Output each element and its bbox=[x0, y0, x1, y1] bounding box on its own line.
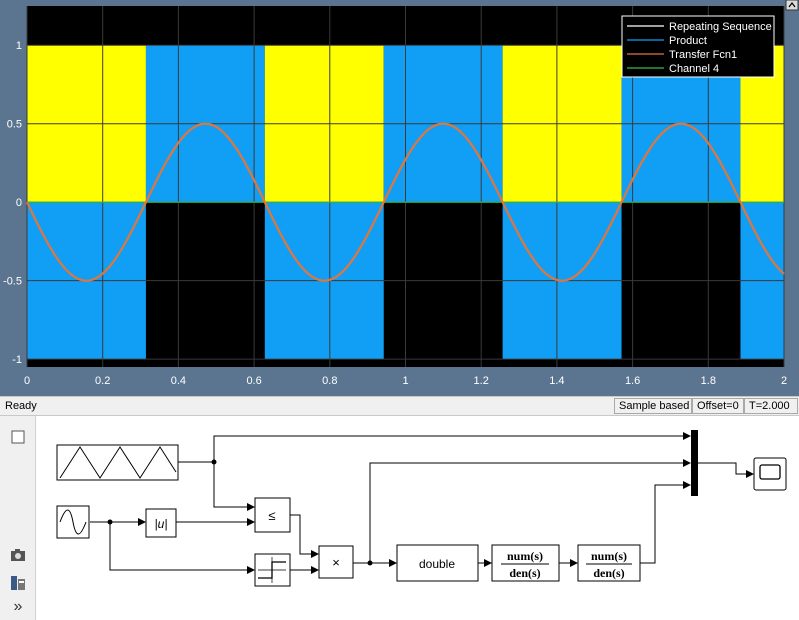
data-type-conversion-block[interactable]: double bbox=[396, 544, 479, 582]
x-tick-label: 1.4 bbox=[549, 375, 564, 387]
x-tick-label: 0 bbox=[24, 375, 30, 387]
branch-point bbox=[107, 519, 113, 525]
y-tick-label: -1 bbox=[12, 354, 22, 366]
branch-point bbox=[367, 560, 373, 566]
status-ready: Ready bbox=[5, 400, 37, 412]
scope-block[interactable] bbox=[753, 457, 787, 491]
scope-window: 0 0.2 0.4 0.6 0.8 1 1.2 1.4 1.6 1.8 2 -1 -0.5 0 0.5 1 R… bbox=[0, 0, 799, 396]
legend-entry: Transfer Fcn1 bbox=[669, 49, 737, 61]
tf2-denominator: den(s) bbox=[593, 566, 624, 580]
conversion-label: double bbox=[419, 557, 455, 571]
sample-mode: Sample based bbox=[614, 398, 692, 414]
y-tick-label: 0 bbox=[16, 197, 22, 209]
product-block[interactable]: × bbox=[318, 545, 354, 579]
scope-plot: 0 0.2 0.4 0.6 0.8 1 1.2 1.4 1.6 1.8 2 -1 -0.5 0 0.5 1 R… bbox=[3, 0, 799, 387]
offset-readout: Offset=0 bbox=[692, 398, 744, 414]
abs-block[interactable]: |u| bbox=[145, 508, 177, 538]
relational-symbol: ≤ bbox=[268, 508, 275, 523]
expand-icon[interactable] bbox=[785, 0, 799, 11]
x-tick-label: 0.8 bbox=[322, 375, 337, 387]
product-symbol: × bbox=[332, 555, 340, 570]
legend-entry: Repeating Sequence bbox=[669, 21, 772, 33]
tf2-numerator: num(s) bbox=[591, 549, 627, 563]
x-tick-label: 1 bbox=[402, 375, 408, 387]
tf1-denominator: den(s) bbox=[509, 566, 540, 580]
block-diagram: |u| ≤ × double num(s) den(s) num(s) den(… bbox=[56, 430, 787, 587]
mux-block[interactable] bbox=[691, 430, 698, 496]
sign-block[interactable] bbox=[254, 553, 291, 587]
transfer-fcn1-block[interactable]: num(s) den(s) bbox=[577, 544, 641, 582]
x-tick-label: 1.2 bbox=[474, 375, 489, 387]
x-tick-label: 1.6 bbox=[625, 375, 640, 387]
x-tick-label: 0.4 bbox=[171, 375, 186, 387]
legend-entry: Product bbox=[669, 35, 707, 47]
branch-point bbox=[211, 459, 217, 465]
x-tick-label: 1.8 bbox=[701, 375, 716, 387]
x-tick-label: 0.2 bbox=[95, 375, 110, 387]
relational-operator-block[interactable]: ≤ bbox=[254, 497, 291, 533]
abs-symbol: |u| bbox=[155, 517, 168, 531]
y-tick-label: 1 bbox=[16, 40, 22, 52]
repeating-sequence-block[interactable] bbox=[56, 444, 179, 481]
x-tick-label: 0.6 bbox=[246, 375, 261, 387]
legend-entry: Channel 4 bbox=[669, 63, 719, 75]
legend[interactable]: Repeating Sequence Product Transfer Fcn1 Ch… bbox=[621, 15, 775, 78]
x-tick-label: 2 bbox=[781, 375, 787, 387]
status-bar: Ready Sample based Offset=0 T=2.000 bbox=[0, 396, 799, 416]
time-readout: T=2.000 bbox=[744, 398, 798, 414]
transfer-fcn-block[interactable]: num(s) den(s) bbox=[491, 544, 560, 582]
tf1-numerator: num(s) bbox=[507, 549, 543, 563]
y-tick-label: -0.5 bbox=[3, 276, 22, 288]
sine-wave-block[interactable] bbox=[56, 505, 90, 539]
y-tick-label: 0.5 bbox=[7, 119, 22, 131]
